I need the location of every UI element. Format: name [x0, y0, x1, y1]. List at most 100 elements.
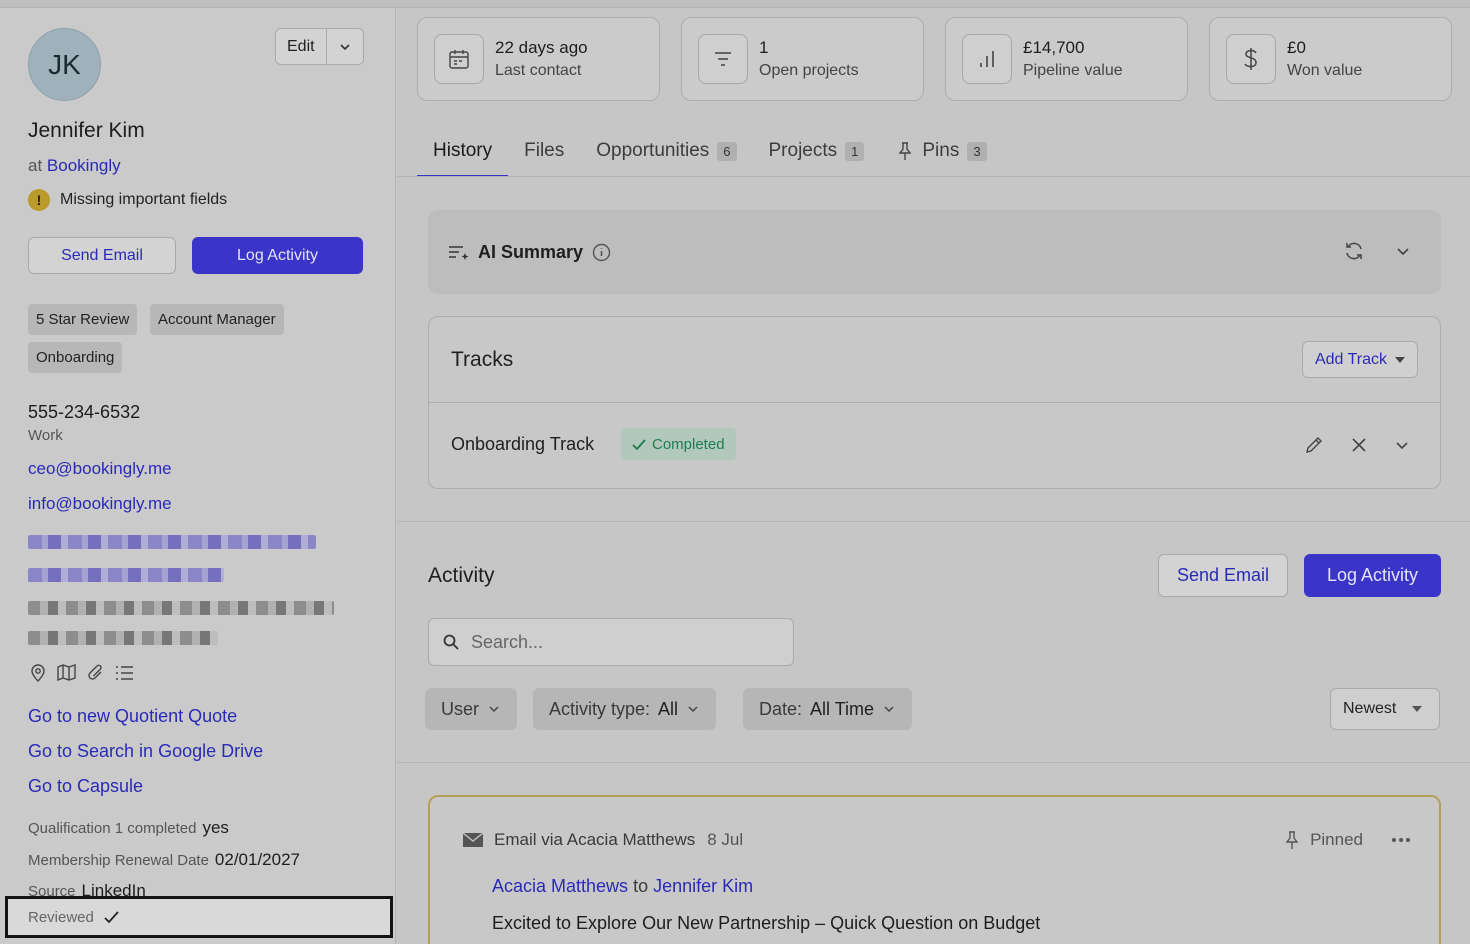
chevron-down-icon[interactable] [1395, 240, 1411, 262]
avatar: JK [28, 28, 101, 101]
track-name[interactable]: Onboarding Track [451, 434, 594, 455]
list-icon [698, 34, 748, 84]
chevron-down-icon[interactable] [1394, 435, 1410, 455]
stat-label: Last contact [495, 62, 582, 79]
tracks-header: Tracks Add Track [429, 317, 1440, 403]
activity-search[interactable]: Search... [428, 618, 794, 666]
tag-5-star-review[interactable]: 5 Star Review [28, 304, 138, 335]
bar-chart-icon [962, 34, 1012, 84]
link-google-drive[interactable]: Go to Search in Google Drive [28, 741, 263, 762]
activity-participants: Acacia Matthews to Jennifer Kim [492, 876, 753, 897]
stat-won-value: £0 Won value [1209, 17, 1452, 101]
filter-value: All Time [810, 698, 875, 719]
redacted-address-2 [28, 631, 218, 645]
refresh-icon[interactable] [1343, 240, 1365, 262]
log-activity-button[interactable]: Log Activity [192, 237, 363, 274]
email-link-2[interactable]: info@bookingly.me [28, 494, 172, 514]
address-icons [28, 663, 134, 682]
edit-button[interactable]: Edit [276, 29, 327, 64]
tab-label: Files [524, 140, 565, 161]
filter-label: Activity type: [549, 698, 651, 719]
edit-menu-button[interactable] [327, 29, 363, 64]
activity-type-filter[interactable]: Activity type: All [533, 688, 717, 730]
tab-pins[interactable]: Pins 3 [880, 125, 1002, 177]
ai-summary-panel[interactable]: AI Summary [428, 210, 1441, 294]
reviewed-label: Reviewed [28, 908, 94, 926]
activity-actions: Pinned [1284, 830, 1411, 850]
pin-icon [1285, 831, 1299, 849]
filter-value: All [658, 698, 679, 719]
field-renewal-date: Membership Renewal Date 02/01/2027 [28, 850, 300, 870]
email-link-1[interactable]: ceo@bookingly.me [28, 459, 172, 479]
activity-log-activity-button[interactable]: Log Activity [1304, 554, 1441, 597]
tab-divider [397, 176, 1470, 177]
field-value: 02/01/2027 [214, 850, 301, 869]
link-capsule[interactable]: Go to Capsule [28, 776, 143, 797]
search-icon [443, 634, 459, 650]
contact-sidebar: JK Edit Jennifer Kim at Bookingly ! Miss… [0, 8, 396, 944]
activity-channel: Email via Acacia Matthews [494, 830, 696, 849]
count-badge: 1 [845, 141, 865, 161]
sender-link[interactable]: Acacia Matthews [492, 876, 628, 896]
pin-icon [898, 142, 912, 160]
count-badge: 3 [967, 141, 987, 161]
date-filter[interactable]: Date: All Time [743, 688, 913, 730]
tracks-panel: Tracks Add Track Onboarding Track Comple… [428, 316, 1441, 489]
calendar-icon [434, 34, 484, 84]
chevron-down-icon [340, 43, 350, 50]
company-link[interactable]: Bookingly [47, 156, 121, 175]
add-track-button[interactable]: Add Track [1301, 341, 1418, 378]
link-quotient-quote[interactable]: Go to new Quotient Quote [28, 706, 237, 727]
more-icon[interactable] [1391, 837, 1411, 843]
field-value: yes [202, 818, 229, 837]
contact-name: Jennifer Kim [28, 119, 145, 142]
tab-opportunities[interactable]: Opportunities 6 [580, 125, 752, 177]
activity-header: Email via Acacia Matthews 8 Jul [462, 830, 743, 850]
tag-account-manager[interactable]: Account Manager [150, 304, 284, 335]
reviewed-field[interactable]: Reviewed [5, 896, 393, 938]
redacted-address-1 [28, 601, 334, 615]
map-pin-icon[interactable] [28, 663, 47, 682]
activity-email-card[interactable]: Email via Acacia Matthews 8 Jul Pinned A… [428, 795, 1441, 944]
check-icon [104, 910, 119, 923]
filter-label: User [441, 698, 480, 719]
email-subject: Excited to Explore Our New Partnership –… [492, 913, 1041, 933]
tab-projects[interactable]: Projects 1 [753, 125, 881, 177]
count-badge: 6 [717, 141, 737, 161]
pinned-label[interactable]: Pinned [1310, 830, 1363, 850]
caret-down-icon [1395, 356, 1405, 363]
close-icon[interactable] [1350, 435, 1368, 455]
map-icon[interactable] [57, 663, 76, 682]
user-filter[interactable]: User [425, 688, 518, 730]
info-icon[interactable] [592, 243, 611, 262]
redacted-link-2 [28, 568, 224, 582]
paperclip-icon[interactable] [86, 663, 105, 682]
ai-summary-title: AI Summary [478, 241, 584, 262]
send-email-button[interactable]: Send Email [28, 237, 176, 274]
redacted-link-1 [28, 535, 316, 549]
top-edge [0, 0, 1470, 8]
search-placeholder: Search... [471, 631, 544, 652]
chevron-down-icon [489, 706, 499, 713]
check-icon [632, 438, 646, 450]
chevron-down-icon [884, 706, 894, 713]
stat-label: Open projects [759, 62, 859, 79]
sparkle-list-icon [449, 246, 469, 260]
stat-last-contact: 22 days ago Last contact [417, 17, 660, 101]
sort-select[interactable]: Newest [1330, 688, 1440, 730]
missing-fields-warning[interactable]: ! Missing important fields [28, 189, 227, 211]
field-label: Membership Renewal Date [28, 852, 209, 869]
recipient-link[interactable]: Jennifer Kim [653, 876, 753, 896]
phone-number[interactable]: 555-234-6532 [28, 402, 140, 423]
activity-send-email-button[interactable]: Send Email [1158, 554, 1288, 597]
envelope-icon [462, 832, 484, 847]
tab-bar: History Files Opportunities 6 Projects 1 P… [417, 125, 1003, 177]
tab-files[interactable]: Files [508, 125, 580, 177]
tag-onboarding[interactable]: Onboarding [28, 342, 123, 373]
pencil-icon[interactable] [1304, 435, 1324, 455]
list-icon[interactable] [115, 663, 134, 682]
ai-summary-actions [1343, 240, 1411, 262]
stat-value: 22 days ago [495, 38, 588, 57]
tab-history[interactable]: History [417, 125, 509, 177]
stat-open-projects: 1 Open projects [681, 17, 924, 101]
